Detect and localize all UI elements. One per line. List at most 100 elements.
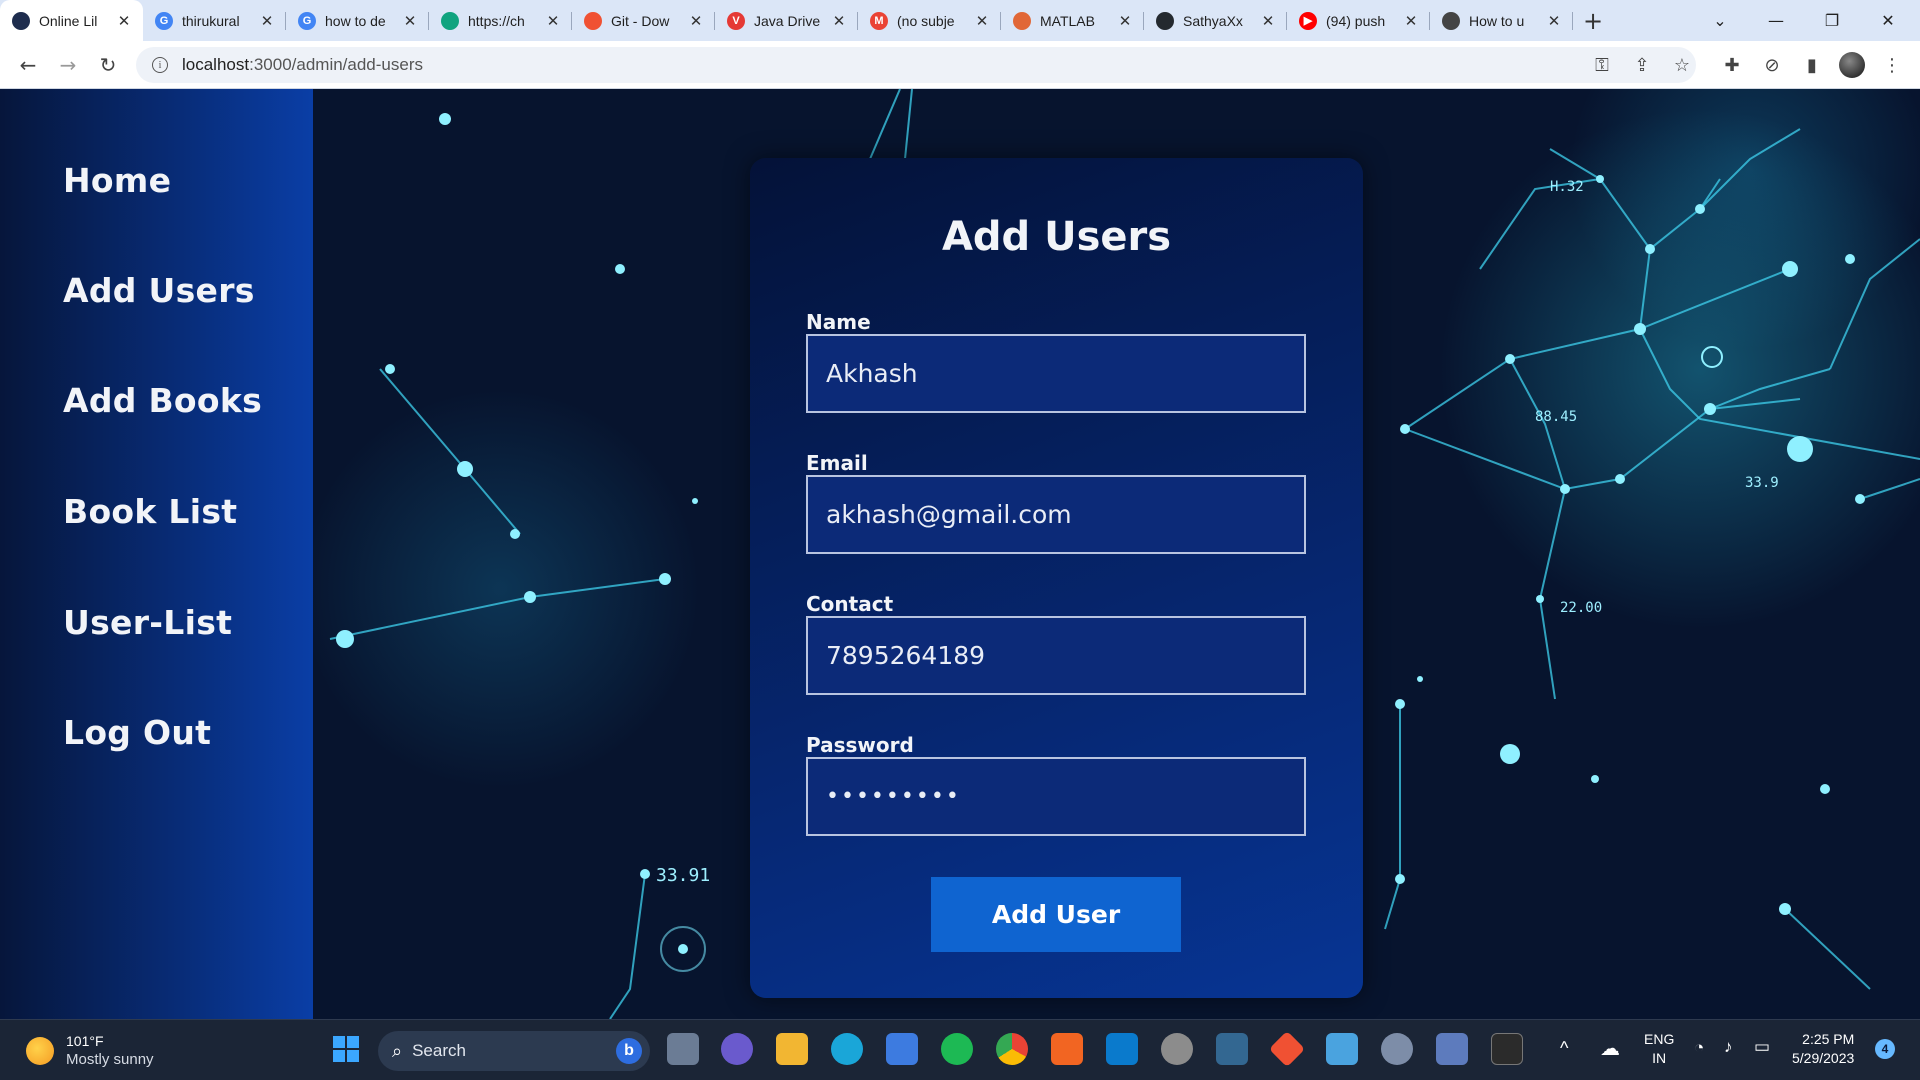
minimize-icon[interactable]: — [1748, 0, 1804, 41]
browser-tab[interactable]: V Java Drive ✕ [715, 0, 858, 41]
close-window-icon[interactable]: ✕ [1860, 0, 1916, 41]
tab-close-icon[interactable]: ✕ [1402, 12, 1420, 30]
git-favicon-icon [584, 11, 602, 30]
chrome-icon[interactable] [996, 1033, 1028, 1065]
teams-chat-icon[interactable] [721, 1033, 753, 1065]
tray-overflow-chevron-icon[interactable]: ^ [1560, 1038, 1568, 1059]
contact-input[interactable] [806, 616, 1306, 695]
name-input[interactable] [806, 334, 1306, 413]
password-input[interactable] [806, 757, 1306, 836]
vscode-icon[interactable] [1106, 1033, 1138, 1065]
edge-icon[interactable] [831, 1033, 863, 1065]
web-page: H.32 88.45 33.9 22.00 33.91 Home Add User… [0, 89, 1920, 1019]
browser-tab-strip: Online Lil ✕ Gthirukural ✕ Ghow to de ✕ https:… [0, 0, 1920, 41]
file-explorer-icon[interactable] [776, 1033, 808, 1065]
taskbar-search[interactable]: ⌕ Search b [378, 1031, 650, 1071]
sidebar-item-log-out[interactable]: Log Out [63, 713, 211, 752]
vivaldi-favicon-icon: V [727, 11, 745, 30]
browser-tab[interactable]: M (no subje ✕ [858, 0, 1001, 41]
extension-icon[interactable]: ⊘ [1756, 49, 1788, 81]
chatgpt-favicon-icon [441, 11, 459, 30]
sidebar-item-add-users[interactable]: Add Users [63, 271, 255, 310]
sidebar: Home Add Users Add Books Book List User-List… [0, 89, 313, 1019]
bookmark-star-icon[interactable]: ☆ [1666, 49, 1698, 81]
wifi-icon[interactable]: ◔ [1694, 1038, 1704, 1058]
network-app-icon[interactable] [1436, 1033, 1468, 1065]
tab-close-icon[interactable]: ✕ [973, 12, 991, 30]
extensions-puzzle-icon[interactable]: ✚ [1716, 49, 1748, 81]
url-host: localhost [182, 55, 250, 74]
github-favicon-icon [1156, 11, 1174, 30]
microsoft-store-icon[interactable] [886, 1033, 918, 1065]
windows-start-icon[interactable] [330, 1033, 362, 1065]
settings-gear-icon[interactable] [1161, 1033, 1193, 1065]
browser-tab[interactable]: MATLAB ✕ [1001, 0, 1144, 41]
tab-title: How to u [1469, 12, 1525, 29]
tab-close-icon[interactable]: ✕ [258, 12, 276, 30]
address-bar[interactable]: i localhost:3000/admin/add-users [136, 47, 1696, 83]
xampp-icon[interactable] [1051, 1033, 1083, 1065]
forward-arrow-icon[interactable]: → [52, 49, 84, 81]
contact-label: Contact [806, 592, 894, 616]
notification-badge[interactable]: 4 [1875, 1039, 1895, 1059]
bing-icon[interactable]: b [616, 1038, 642, 1064]
add-user-button[interactable]: Add User [931, 877, 1181, 952]
clock[interactable]: 2:25 PM 5/29/2023 [1792, 1030, 1854, 1068]
postgresql-icon[interactable] [1216, 1033, 1248, 1065]
tab-close-icon[interactable]: ✕ [401, 12, 419, 30]
battery-icon[interactable]: ▭ [1754, 1037, 1770, 1057]
back-arrow-icon[interactable]: ← [12, 49, 44, 81]
git-icon[interactable] [1268, 1030, 1306, 1068]
browser-tab[interactable]: Online Lil ✕ [0, 0, 143, 41]
profile-avatar[interactable] [1836, 49, 1868, 81]
google-favicon-icon: G [155, 11, 173, 30]
tab-close-icon[interactable]: ✕ [830, 12, 848, 30]
site-info-icon[interactable]: i [152, 57, 168, 73]
new-tab-plus-icon[interactable]: + [1573, 0, 1613, 41]
weather-widget[interactable]: 101°F Mostly sunny [26, 1032, 154, 1069]
tab-close-icon[interactable]: ✕ [1545, 12, 1563, 30]
tab-close-icon[interactable]: ✕ [687, 12, 705, 30]
browser-tab[interactable]: How to u ✕ [1430, 0, 1573, 41]
weather-description: Mostly sunny [66, 1051, 154, 1068]
volume-icon[interactable]: ♪ [1724, 1037, 1733, 1057]
key-icon[interactable]: ⚿ [1586, 49, 1618, 81]
add-users-form: Add Users Name Email Contact Password Ad… [750, 158, 1363, 998]
spotify-icon[interactable] [941, 1033, 973, 1065]
tab-search-icon[interactable]: ⌄ [1692, 0, 1748, 41]
browser-tab[interactable]: Gthirukural ✕ [143, 0, 286, 41]
share-icon[interactable]: ⇪ [1626, 49, 1658, 81]
tab-title: Git - Dow [611, 12, 670, 29]
email-input[interactable] [806, 475, 1306, 554]
url-path: :3000/admin/add-users [249, 55, 423, 74]
tab-close-icon[interactable]: ✕ [115, 12, 133, 30]
onedrive-cloud-icon[interactable]: ☁ [1600, 1036, 1620, 1061]
browser-tab[interactable]: Git - Dow ✕ [572, 0, 715, 41]
browser-tab[interactable]: ▶ (94) push ✕ [1287, 0, 1430, 41]
restore-icon[interactable]: ❐ [1804, 0, 1860, 41]
bg-readout-2: 88.45 [1535, 409, 1577, 425]
tab-close-icon[interactable]: ✕ [1116, 12, 1134, 30]
sidebar-item-book-list[interactable]: Book List [63, 492, 237, 531]
language-indicator[interactable]: ENG IN [1644, 1030, 1674, 1068]
url-text[interactable]: localhost:3000/admin/add-users [182, 55, 423, 75]
task-view-icon[interactable] [667, 1033, 699, 1065]
sidebar-item-user-list[interactable]: User-List [63, 603, 232, 642]
windows-taskbar: 101°F Mostly sunny ⌕ Search b ^ ☁ ENG IN… [0, 1019, 1920, 1080]
terminal-icon[interactable] [1491, 1033, 1523, 1065]
browser-tab[interactable]: https://ch ✕ [429, 0, 572, 41]
browser-tab[interactable]: SathyaXx ✕ [1144, 0, 1287, 41]
tab-close-icon[interactable]: ✕ [1259, 12, 1277, 30]
language-code: ENG [1644, 1031, 1675, 1047]
region-code: IN [1652, 1050, 1667, 1066]
google-favicon-icon: G [298, 11, 316, 30]
browser-tab[interactable]: Ghow to de ✕ [286, 0, 429, 41]
sidebar-item-add-books[interactable]: Add Books [63, 381, 262, 420]
system-settings-icon[interactable] [1381, 1033, 1413, 1065]
remote-desktop-icon[interactable] [1326, 1033, 1358, 1065]
sidebar-item-home[interactable]: Home [63, 161, 171, 200]
reload-icon[interactable]: ↻ [92, 49, 124, 81]
kebab-menu-icon[interactable]: ⋮ [1876, 49, 1908, 81]
side-panel-icon[interactable]: ▮ [1796, 49, 1828, 81]
tab-close-icon[interactable]: ✕ [544, 12, 562, 30]
